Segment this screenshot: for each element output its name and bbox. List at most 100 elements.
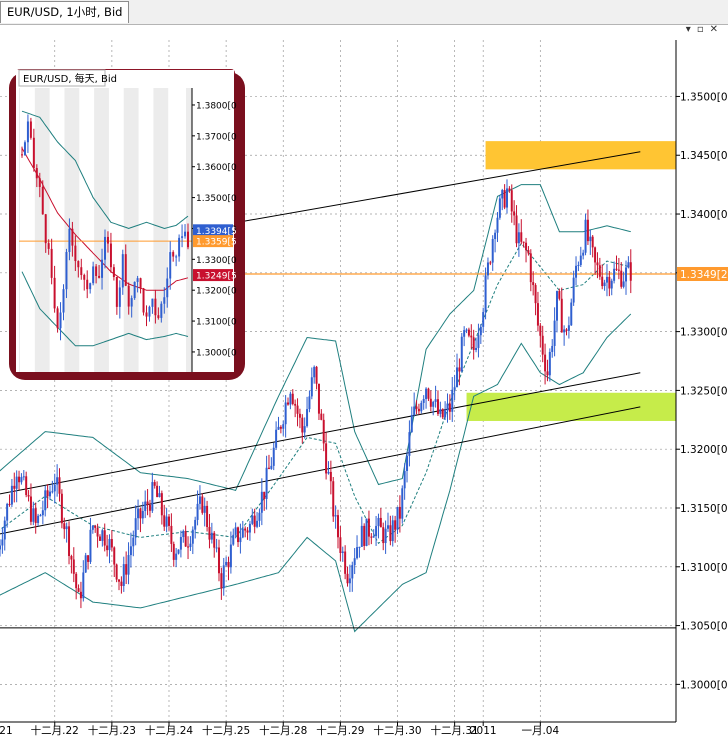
main-time-axis[interactable]: 12.21 十二月.22 十二月.23 十二月.24 十二月.25 十二月.28 十二月.2… — [0, 722, 559, 737]
main-candle-body — [522, 241, 525, 243]
main-price-tick-label: 1.3450[0] — [680, 150, 728, 162]
main-candle-body — [275, 429, 278, 448]
main-candle-body — [1, 539, 4, 546]
main-candle-body — [237, 527, 240, 543]
main-candle-body — [220, 573, 223, 589]
main-candle-body — [389, 525, 392, 542]
main-candle-body — [146, 501, 149, 506]
main-candle-body — [417, 408, 420, 412]
main-time-tick-label: 2011 — [470, 725, 497, 737]
main-candle-body — [370, 536, 373, 538]
main-candle-body — [398, 506, 401, 519]
main-candle-body — [534, 285, 537, 304]
main-candle-body — [3, 520, 6, 540]
main-candle-body — [508, 188, 511, 191]
inset-candle-body — [101, 259, 104, 278]
main-candle-body — [475, 347, 478, 350]
main-candle-body — [141, 510, 144, 519]
main-candle-body — [337, 515, 339, 538]
main-candle-body — [617, 269, 620, 271]
main-candle-body — [75, 573, 78, 589]
main-candle-body — [322, 419, 325, 444]
inset-candle-body — [139, 278, 142, 289]
main-candle-body — [217, 547, 220, 574]
inset-candle-body — [44, 214, 47, 244]
inset-candle-body — [118, 287, 121, 307]
inset-candle-body — [89, 283, 92, 290]
main-candle-body — [232, 534, 235, 545]
main-price-tick-label: 1.3300[0] — [680, 327, 728, 339]
inset-week-band — [138, 88, 154, 372]
main-candle-body — [463, 330, 466, 337]
main-candle-body — [560, 298, 563, 333]
main-candle-body — [10, 485, 13, 505]
main-candle-body — [503, 190, 506, 208]
main-candle-body — [513, 211, 516, 216]
inset-candle-body — [133, 281, 136, 299]
inset-candle-body — [130, 298, 133, 307]
main-price-axis[interactable]: 1.3500[0]1.3450[0]1.3400[0]1.3350[0]1.33… — [676, 91, 728, 691]
main-candle-body — [79, 591, 82, 599]
inset-candle-body — [47, 243, 50, 249]
main-candle-body — [470, 335, 473, 338]
main-price-tick-label: 1.3100[0] — [680, 562, 728, 574]
inset-daily-chart[interactable]: 1.3800[01.3700[01.3600[01.3500[01.3400[0… — [9, 69, 245, 380]
main-candle-body — [94, 525, 97, 528]
main-candle-body — [629, 262, 632, 281]
inset-candle-body — [169, 252, 172, 279]
main-candle-body — [91, 525, 94, 530]
main-candle-body — [555, 291, 558, 321]
main-candle-body — [451, 389, 454, 412]
main-candle-body — [379, 517, 382, 528]
inset-candle-body — [50, 248, 53, 278]
main-candle-body — [613, 268, 616, 281]
main-candle-body — [227, 561, 230, 568]
main-candle-body — [365, 518, 368, 546]
main-candle-body — [432, 401, 435, 407]
main-candle-body — [375, 525, 378, 537]
main-candle-body — [120, 581, 123, 586]
main-candle-body — [63, 523, 66, 530]
main-candle-body — [484, 275, 487, 313]
inset-candle-body — [115, 276, 118, 307]
main-time-tick-label: 一月.04 — [521, 725, 559, 737]
main-candle-body — [341, 551, 344, 553]
main-candle-body — [539, 325, 542, 336]
main-candle-body — [498, 198, 501, 218]
main-candle-body — [386, 525, 389, 529]
main-candle-body — [570, 302, 573, 326]
main-candle-body — [20, 477, 23, 483]
main-candle-body — [544, 354, 547, 372]
inset-price-tick-label: 1.3300[0 — [196, 256, 237, 266]
main-candle-body — [189, 543, 192, 548]
main-candle-body — [51, 491, 54, 493]
main-candle-body — [579, 255, 582, 265]
main-candle-body — [563, 329, 566, 333]
inset-candle-body — [56, 308, 59, 329]
inset-candle-body — [68, 228, 71, 252]
main-time-tick-label: 十二月.28 — [259, 724, 307, 737]
main-candle-body — [572, 277, 575, 303]
main-candle-body — [287, 402, 290, 405]
main-candle-body — [246, 530, 249, 533]
main-candle-body — [29, 496, 32, 522]
main-candle-body — [15, 476, 18, 489]
inset-price-tick-label: 1.3500[0 — [196, 194, 237, 204]
main-candle-body — [434, 399, 437, 402]
main-candle-body — [310, 377, 313, 397]
main-candle-body — [284, 402, 287, 425]
main-candle-body — [436, 399, 439, 414]
main-candle-body — [482, 312, 485, 327]
main-price-tick-label: 1.3250[0] — [680, 385, 728, 397]
inset-candle-body — [83, 275, 86, 280]
main-candle-body — [472, 337, 475, 350]
inset-candle-body — [178, 237, 181, 257]
main-candle-body — [68, 526, 71, 557]
main-candle-body — [296, 405, 299, 414]
main-candle-body — [406, 455, 409, 471]
main-candle-body — [610, 280, 613, 289]
inset-candle-body — [23, 142, 26, 156]
main-candle-body — [325, 443, 328, 474]
main-candle-body — [317, 383, 320, 414]
inset-candle-body — [172, 252, 175, 257]
